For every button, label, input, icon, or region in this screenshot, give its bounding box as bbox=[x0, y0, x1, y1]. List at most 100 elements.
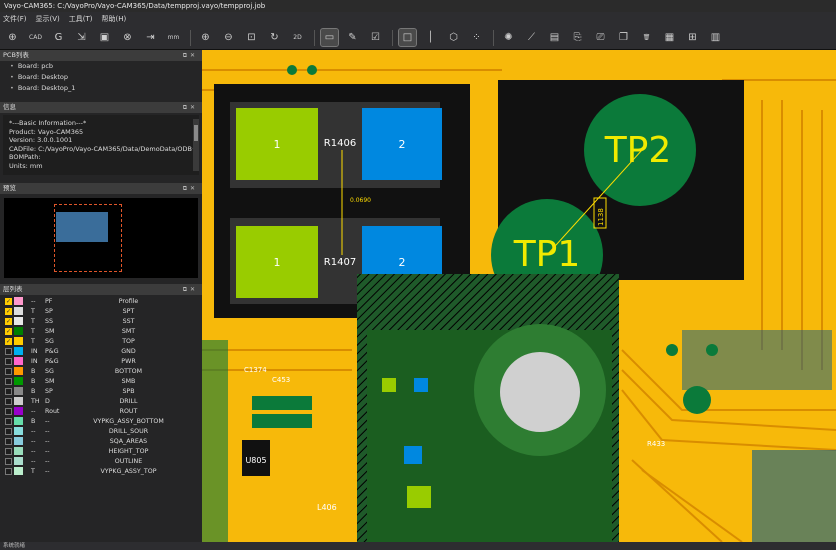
pcb-item-desktop-1[interactable]: Board: Desktop_1 bbox=[0, 83, 202, 94]
layer-color-swatch[interactable] bbox=[14, 307, 23, 315]
layer-visibility-checkbox[interactable] bbox=[5, 397, 12, 405]
small-pad-1[interactable] bbox=[382, 378, 396, 392]
layer-visibility-checkbox[interactable] bbox=[5, 417, 12, 425]
preview-view[interactable] bbox=[4, 198, 198, 278]
layer-visibility-checkbox[interactable]: ✓ bbox=[5, 327, 12, 335]
poly-select-icon[interactable]: ⬡ bbox=[445, 29, 462, 46]
output-icon[interactable]: ⇥ bbox=[142, 29, 159, 46]
layer-color-swatch[interactable] bbox=[14, 467, 23, 475]
rect-select-icon[interactable]: □ bbox=[398, 28, 417, 47]
layer-color-swatch[interactable] bbox=[14, 417, 23, 425]
layer-visibility-checkbox[interactable] bbox=[5, 347, 12, 355]
report-icon[interactable]: ⎘ bbox=[569, 29, 586, 46]
check-icon[interactable]: ☑ bbox=[367, 29, 384, 46]
layer-color-swatch[interactable] bbox=[14, 347, 23, 355]
unit-mm-icon[interactable]: mm bbox=[165, 29, 182, 46]
layer-row[interactable]: ✓ T SG TOP bbox=[0, 336, 202, 346]
layer-color-swatch[interactable] bbox=[14, 337, 23, 345]
layer-row[interactable]: B -- VYPKG_ASSY_BOTTOM bbox=[0, 416, 202, 426]
layer-color-swatch[interactable] bbox=[14, 437, 23, 445]
layer-visibility-checkbox[interactable]: ✓ bbox=[5, 317, 12, 325]
gerber-import-icon[interactable]: G bbox=[50, 29, 67, 46]
layer-color-swatch[interactable] bbox=[14, 367, 23, 375]
layer-visibility-checkbox[interactable] bbox=[5, 387, 12, 395]
layer-row[interactable]: ✓ T SM SMT bbox=[0, 326, 202, 336]
pcb-canvas[interactable]: 1 2 1 2 R1406 R1407 0.0690 TP2 TP1 1138 … bbox=[202, 50, 836, 542]
panel-float-close-icon[interactable]: ⧉✕ bbox=[183, 183, 198, 194]
layer-row[interactable]: ✓ T SP SPT bbox=[0, 306, 202, 316]
layer-color-swatch[interactable] bbox=[14, 447, 23, 455]
layer-visibility-checkbox[interactable]: ✓ bbox=[5, 337, 12, 345]
zoom-fit-icon[interactable]: ⊡ bbox=[243, 29, 260, 46]
layer-row[interactable]: -- Rout ROUT bbox=[0, 406, 202, 416]
menu-file[interactable]: 文件(F) bbox=[3, 14, 27, 24]
layers-2d-icon[interactable]: 2D bbox=[289, 29, 306, 46]
mounting-hole[interactable] bbox=[500, 352, 580, 432]
menu-help[interactable]: 帮助(H) bbox=[102, 14, 127, 24]
open-icon[interactable]: ⊕ bbox=[4, 29, 21, 46]
layer-row[interactable]: B SG BOTTOM bbox=[0, 366, 202, 376]
table-icon[interactable]: ⊞ bbox=[684, 29, 701, 46]
layer-visibility-checkbox[interactable] bbox=[5, 377, 12, 385]
layer-row[interactable]: T -- VYPKG_ASSY_TOP bbox=[0, 466, 202, 476]
menu-view[interactable]: 显示(V) bbox=[36, 14, 60, 24]
layer-visibility-checkbox[interactable] bbox=[5, 447, 12, 455]
layer-color-swatch[interactable] bbox=[14, 377, 23, 385]
layer-row[interactable]: TH D DRILL bbox=[0, 396, 202, 406]
measure-icon[interactable]: ▤ bbox=[546, 29, 563, 46]
layer-color-swatch[interactable] bbox=[14, 457, 23, 465]
panel-float-close-icon[interactable]: ⧉✕ bbox=[183, 284, 198, 295]
layer-row[interactable]: B SP SPB bbox=[0, 386, 202, 396]
layer-row[interactable]: IN P&G PWR bbox=[0, 356, 202, 366]
ruler-icon[interactable]: ⟋ bbox=[523, 29, 540, 46]
layer-visibility-checkbox[interactable] bbox=[5, 467, 12, 475]
save-icon[interactable]: ▣ bbox=[96, 29, 113, 46]
layer-visibility-checkbox[interactable] bbox=[5, 367, 12, 375]
panel-float-close-icon[interactable]: ⧉✕ bbox=[183, 50, 198, 61]
zoom-in-icon[interactable]: ⊕ bbox=[197, 29, 214, 46]
layer-row[interactable]: -- -- SQA_AREAS bbox=[0, 436, 202, 446]
layer-color-swatch[interactable] bbox=[14, 407, 23, 415]
layer-color-swatch[interactable] bbox=[14, 327, 23, 335]
layer-visibility-checkbox[interactable]: ✓ bbox=[5, 307, 12, 315]
layer-color-swatch[interactable] bbox=[14, 317, 23, 325]
board-view-icon[interactable]: ▭ bbox=[320, 28, 339, 47]
layer-row[interactable]: -- -- DRILL_SOUR bbox=[0, 426, 202, 436]
layer-visibility-checkbox[interactable] bbox=[5, 437, 12, 445]
cad-import-icon[interactable]: CAD bbox=[27, 29, 44, 46]
layer-visibility-checkbox[interactable] bbox=[5, 457, 12, 465]
layer-color-swatch[interactable] bbox=[14, 387, 23, 395]
grid-icon[interactable]: ▦ bbox=[661, 29, 678, 46]
edit-icon[interactable]: ✎ bbox=[344, 29, 361, 46]
pcb-item-pcb[interactable]: Board: pcb bbox=[0, 61, 202, 72]
line-select-icon[interactable]: │ bbox=[422, 29, 439, 46]
layer-row[interactable]: B SM SMB bbox=[0, 376, 202, 386]
layer-color-swatch[interactable] bbox=[14, 397, 23, 405]
zoom-out-icon[interactable]: ⊖ bbox=[220, 29, 237, 46]
layer-visibility-checkbox[interactable] bbox=[5, 357, 12, 365]
info-scrollbar[interactable] bbox=[193, 119, 199, 171]
small-pad-4[interactable] bbox=[407, 486, 431, 508]
small-pad-3[interactable] bbox=[404, 446, 422, 464]
light-icon[interactable]: ✺ bbox=[500, 29, 517, 46]
layer-visibility-checkbox[interactable] bbox=[5, 407, 12, 415]
layer-row[interactable]: -- -- OUTLINE bbox=[0, 456, 202, 466]
close-project-icon[interactable]: ⊗ bbox=[119, 29, 136, 46]
pins-icon[interactable]: ⁘ bbox=[468, 29, 485, 46]
layer-color-swatch[interactable] bbox=[14, 427, 23, 435]
layer-row[interactable]: -- -- HEIGHT_TOP bbox=[0, 446, 202, 456]
layer-row[interactable]: ✓ T SS SST bbox=[0, 316, 202, 326]
panel-float-close-icon[interactable]: ⧉✕ bbox=[183, 102, 198, 113]
layer-visibility-checkbox[interactable]: ✓ bbox=[5, 297, 12, 305]
export-icon[interactable]: ⇲ bbox=[73, 29, 90, 46]
layer-row[interactable]: ✓ -- PF Profile bbox=[0, 296, 202, 306]
small-pad-2[interactable] bbox=[414, 378, 428, 392]
layer-color-swatch[interactable] bbox=[14, 297, 23, 305]
copy-icon[interactable]: ❐ bbox=[615, 29, 632, 46]
compare-icon[interactable]: ⎚ bbox=[592, 29, 609, 46]
menu-tools[interactable]: 工具(T) bbox=[69, 14, 93, 24]
layer-row[interactable]: IN P&G GND bbox=[0, 346, 202, 356]
refresh-icon[interactable]: ↻ bbox=[266, 29, 283, 46]
pcb-item-desktop[interactable]: Board: Desktop bbox=[0, 72, 202, 83]
layer-color-swatch[interactable] bbox=[14, 357, 23, 365]
